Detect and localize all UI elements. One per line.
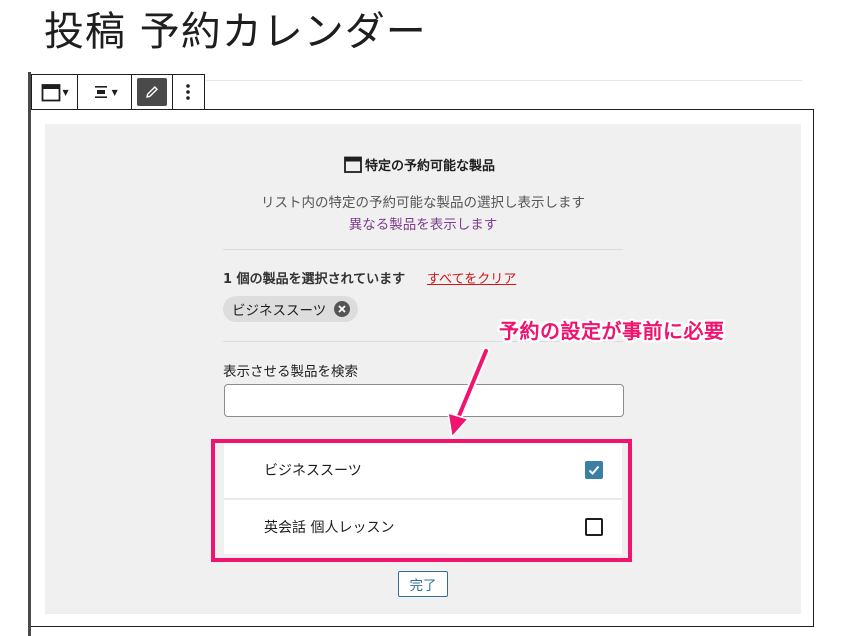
product-label: ビジネススーツ xyxy=(264,463,362,479)
calendar-icon xyxy=(344,156,362,173)
pencil-icon xyxy=(145,86,158,98)
alignment-group: ▼ xyxy=(78,75,133,109)
product-search-input[interactable] xyxy=(224,384,624,417)
placeholder-title-text: 特定の予約可能な製品 xyxy=(365,158,496,174)
more-options-button[interactable] xyxy=(185,75,191,109)
clear-all-link[interactable]: すべてをクリア xyxy=(427,268,516,287)
chip-label: ビジネススーツ xyxy=(232,303,327,319)
annotation-arrow-icon xyxy=(447,347,490,439)
check-icon xyxy=(588,465,600,475)
edit-group xyxy=(132,75,173,109)
search-label: 表示させる製品を検索 xyxy=(223,364,358,380)
divider xyxy=(223,249,623,250)
block-type-button[interactable]: ▼ xyxy=(41,75,69,109)
caret-down-icon: ▼ xyxy=(111,87,118,97)
editor-divider xyxy=(206,80,802,81)
placeholder-title: 特定の予約可能な製品 xyxy=(343,153,495,175)
list-item[interactable]: ビジネススーツ xyxy=(224,443,622,497)
calendar-icon xyxy=(41,84,60,102)
annotation-callout: 予約の設定が事前に必要 xyxy=(499,319,725,343)
edit-button[interactable] xyxy=(136,78,167,106)
done-button[interactable]: 完了 xyxy=(398,571,448,597)
product-checkbox[interactable] xyxy=(585,518,603,536)
align-button[interactable]: ▼ xyxy=(92,75,118,109)
product-checkbox[interactable] xyxy=(585,461,603,479)
block-type-group: ▼ xyxy=(32,75,79,109)
caret-down-icon: ▼ xyxy=(62,87,69,97)
selected-count: 1 個の製品を選択されています xyxy=(223,272,406,287)
options-group xyxy=(173,75,204,109)
placeholder-description: リスト内の特定の予約可能な製品の選択し表示します xyxy=(261,195,585,211)
remove-chip-button[interactable] xyxy=(334,301,351,317)
page-title: 投稿 予約カレンダー xyxy=(44,9,427,55)
block-toolbar: ▼ ▼ xyxy=(31,74,205,110)
alternate-products-link[interactable]: 異なる製品を表示します xyxy=(245,213,601,233)
product-label: 英会話 個人レッスン xyxy=(264,520,395,536)
more-vertical-icon xyxy=(186,84,191,100)
close-icon xyxy=(338,305,346,313)
align-icon xyxy=(94,86,107,98)
list-item[interactable]: 英会話 個人レッスン xyxy=(224,500,622,554)
product-list: ビジネススーツ 英会話 個人レッスン xyxy=(224,442,622,554)
selected-product-chip: ビジネススーツ xyxy=(223,296,359,322)
